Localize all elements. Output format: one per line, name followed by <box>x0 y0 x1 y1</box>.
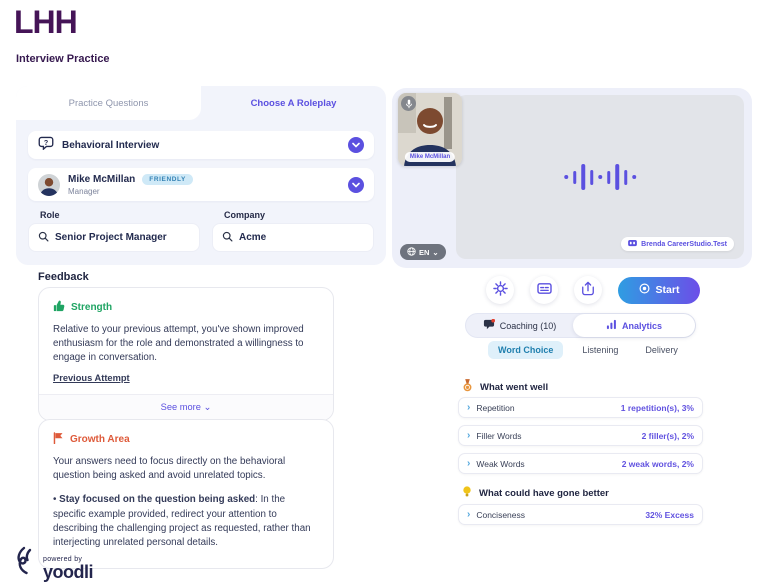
captions-button[interactable] <box>530 276 558 304</box>
upload-icon <box>581 281 595 299</box>
participant-video-thumbnail: Mike McMillan <box>398 93 462 166</box>
persona-avatar <box>38 174 60 196</box>
audio-waveform-icon <box>564 164 636 190</box>
language-selector[interactable]: EN ⌄ <box>400 244 446 260</box>
thumbs-up-icon <box>53 300 65 315</box>
flag-icon <box>53 432 64 447</box>
search-icon <box>38 229 49 247</box>
chevron-right-icon: › <box>467 403 470 413</box>
persona-chevron-down-icon[interactable] <box>348 177 364 193</box>
interview-type-selector[interactable]: ? Behavioral Interview <box>28 131 374 159</box>
interview-type-label: Behavioral Interview <box>62 140 159 151</box>
growth-title: Growth Area <box>70 434 130 445</box>
growth-body: Your answers need to focus directly on t… <box>53 455 319 483</box>
tab-coaching[interactable]: Coaching (10) <box>466 314 573 337</box>
coaching-chat-icon <box>483 319 495 332</box>
company-input-wrap <box>212 223 374 252</box>
row-weak-words[interactable]: › Weak Words 2 weak words, 2% <box>458 453 703 474</box>
roleplay-panel: Practice Questions Choose A Roleplay ? B… <box>16 86 386 265</box>
interview-type-chevron-down-icon[interactable] <box>348 137 364 153</box>
subtab-word-choice[interactable]: Word Choice <box>488 341 563 359</box>
role-input-wrap <box>28 223 200 252</box>
video-container: Brenda CareerStudio.Test Mike McMillan <box>392 88 752 268</box>
role-label: Role <box>40 210 60 220</box>
chevron-right-icon: › <box>467 431 470 441</box>
question-bubble-icon: ? <box>38 136 54 155</box>
analytics-subtabs: Word Choice Listening Delivery <box>488 341 686 359</box>
start-button[interactable]: Start <box>618 277 700 304</box>
row-conciseness[interactable]: › Conciseness 32% Excess <box>458 504 703 525</box>
svg-text:?: ? <box>44 138 48 146</box>
persona-friendly-badge: FRIENDLY <box>142 174 193 185</box>
strength-body: Relative to your previous attempt, you'v… <box>53 323 319 366</box>
tab-choose-a-roleplay[interactable]: Choose A Roleplay <box>201 86 386 120</box>
persona-selector[interactable]: Mike McMillan FRIENDLY Manager <box>28 168 374 201</box>
chevron-down-icon: ⌄ <box>432 248 438 257</box>
row-repetition[interactable]: › Repetition 1 repetition(s), 3% <box>458 397 703 418</box>
upload-button[interactable] <box>574 276 602 304</box>
feedback-heading: Feedback <box>38 271 89 283</box>
company-label: Company <box>224 210 265 220</box>
controls-row: Start <box>392 276 752 304</box>
chevron-down-icon: ⌄ <box>204 402 212 412</box>
lightbulb-icon <box>462 485 472 501</box>
company-input[interactable] <box>239 232 364 243</box>
subtab-delivery[interactable]: Delivery <box>637 341 686 359</box>
medal-icon <box>462 379 473 395</box>
captions-icon <box>537 282 552 298</box>
gone-better-rows: › Conciseness 32% Excess <box>458 504 703 525</box>
strength-card: Strength Relative to your previous attem… <box>38 287 334 421</box>
analytics-tabbar: Coaching (10) Analytics <box>465 313 696 338</box>
chevron-right-icon: › <box>467 459 470 469</box>
search-icon <box>222 229 233 247</box>
strength-title: Strength <box>71 302 112 313</box>
tab-practice-questions[interactable]: Practice Questions <box>16 86 201 120</box>
yoodli-footer: powered by yoodli <box>14 546 93 581</box>
gear-icon <box>493 281 508 299</box>
roleplay-tabbar: Practice Questions Choose A Roleplay <box>16 86 386 120</box>
persona-subtitle: Manager <box>68 187 193 196</box>
device-label-pill[interactable]: Brenda CareerStudio.Test <box>621 237 734 251</box>
yoodli-wordmark: yoodli <box>43 563 93 581</box>
microphone-icon[interactable] <box>401 96 416 111</box>
persona-name: Mike McMillan <box>68 174 135 185</box>
subtab-listening[interactable]: Listening <box>574 341 626 359</box>
row-filler-words[interactable]: › Filler Words 2 filler(s), 2% <box>458 425 703 446</box>
bar-chart-icon <box>606 319 617 332</box>
previous-attempt-link[interactable]: Previous Attempt <box>53 373 130 383</box>
record-icon <box>639 283 650 297</box>
see-more-button[interactable]: See more ⌄ <box>39 394 333 420</box>
went-well-heading: What went well <box>462 379 548 395</box>
video-stage: Brenda CareerStudio.Test <box>456 95 744 259</box>
careerstudio-icon <box>628 240 637 249</box>
role-input[interactable] <box>55 232 190 243</box>
lhh-logo: LHH <box>14 4 77 41</box>
globe-icon <box>407 247 416 258</box>
gone-better-heading: What could have gone better <box>462 485 609 501</box>
tab-analytics[interactable]: Analytics <box>573 314 695 337</box>
yoodli-squiggle-icon <box>14 546 38 581</box>
page-title: Interview Practice <box>16 53 110 65</box>
chevron-right-icon: › <box>467 510 470 520</box>
went-well-rows: › Repetition 1 repetition(s), 3% › Fille… <box>458 397 703 474</box>
settings-button[interactable] <box>486 276 514 304</box>
participant-name-pill: Mike McMillan <box>405 152 455 162</box>
